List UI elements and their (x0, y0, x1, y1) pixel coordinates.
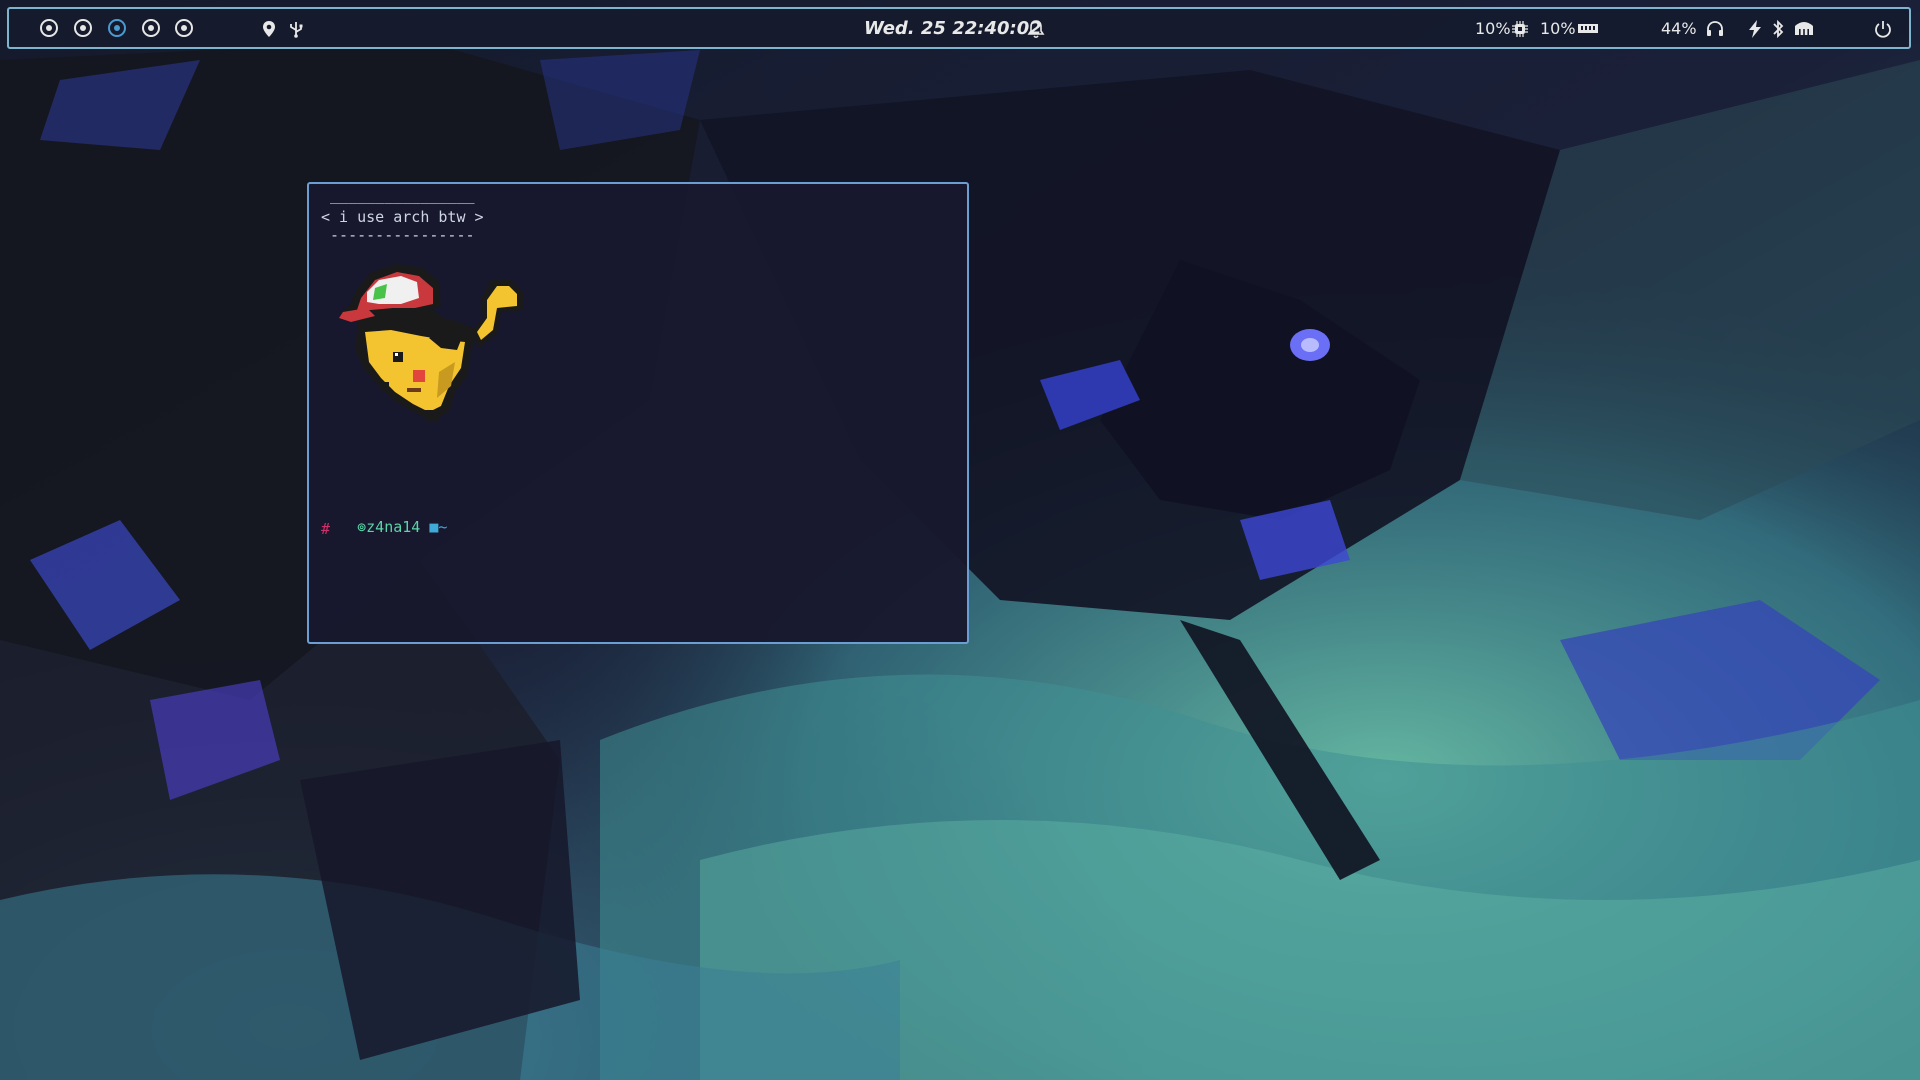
cowsay-message: < i use arch btw > (321, 208, 484, 226)
bolt-icon[interactable] (1748, 20, 1762, 38)
power-icon[interactable] (1874, 20, 1892, 38)
network-icon[interactable] (1794, 20, 1814, 36)
workspace-3-button[interactable] (108, 19, 126, 37)
shell-prompt: ⊚z4na14 ■~ (321, 500, 447, 554)
cpu-icon (1512, 21, 1528, 37)
terminal-window[interactable]: ________________ < i use arch btw > ----… (307, 182, 969, 644)
memory-icon (1578, 24, 1598, 33)
notification-bell-icon[interactable] (1027, 19, 1045, 39)
clock[interactable]: Wed. 25 22:40:02 (864, 18, 1042, 40)
usb-icon[interactable] (288, 20, 304, 38)
pikachu-pixel-art (339, 264, 523, 422)
prompt-directory: ~ (438, 518, 448, 536)
ram-usage: 10% (1540, 19, 1576, 38)
map-pin-icon[interactable] (262, 20, 276, 38)
workspace-1-button[interactable] (40, 19, 58, 37)
headphones-icon[interactable] (1706, 20, 1724, 38)
workspace-5-button[interactable] (175, 19, 193, 37)
workspace-4-button[interactable] (142, 19, 160, 37)
volume-level[interactable]: 44% (1661, 19, 1697, 39)
cowsay-top-border: ________________ (321, 186, 475, 204)
prompt-username: z4na14 (366, 518, 421, 536)
cowsay-bottom-border: ---------------- (321, 226, 475, 244)
bluetooth-icon[interactable] (1772, 19, 1784, 39)
cpu-usage: 10% (1475, 19, 1511, 38)
prompt-symbol[interactable]: # (321, 520, 330, 538)
top-bar: Wed. 25 22:40:02 10% 10% 44% (7, 7, 1911, 49)
workspace-2-button[interactable] (74, 19, 92, 37)
user-icon: ⊚ (357, 518, 367, 536)
